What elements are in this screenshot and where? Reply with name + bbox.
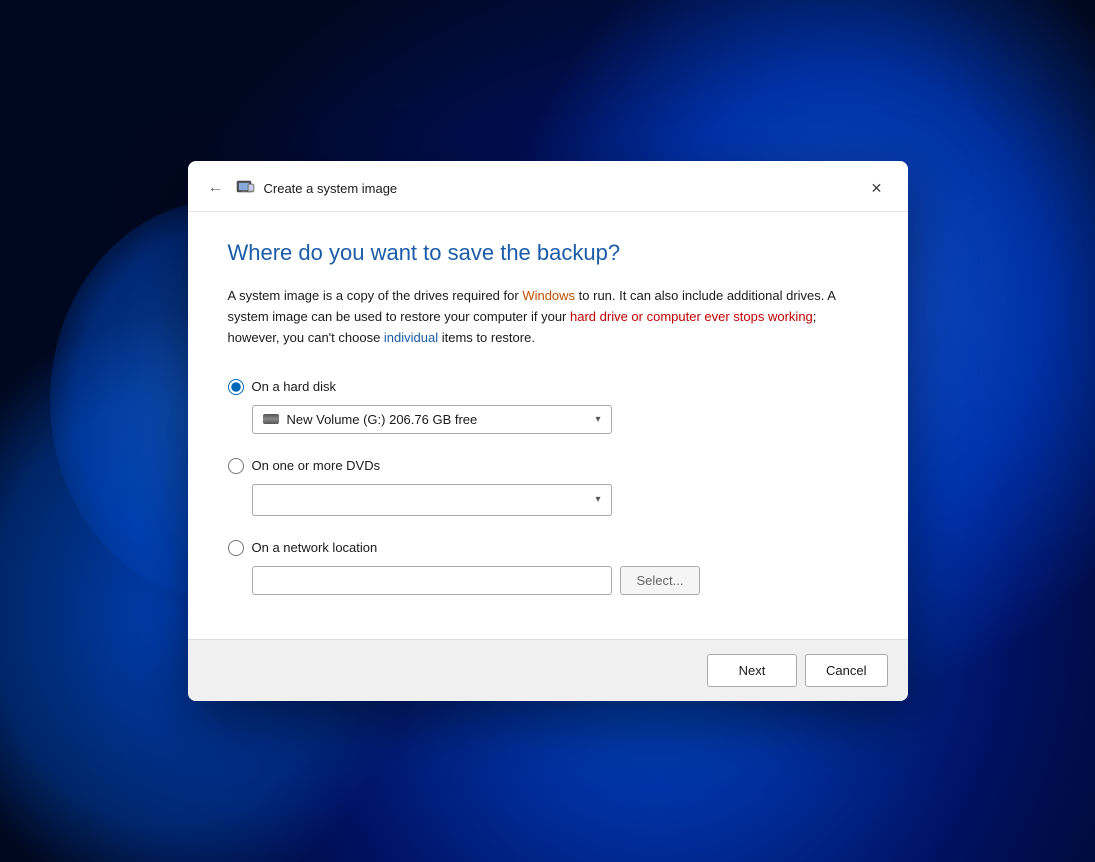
title-bar: ← Create a system image ✕	[188, 161, 908, 212]
network-location-input[interactable]	[252, 566, 612, 595]
dialog-title: Create a system image	[264, 181, 862, 196]
back-button[interactable]: ←	[204, 175, 228, 201]
network-radio[interactable]	[228, 540, 244, 556]
desc-windows: Windows	[522, 288, 575, 303]
options-section: On a hard disk New Volume (G:) 206.76 GB…	[228, 379, 868, 619]
page-heading: Where do you want to save the backup?	[228, 240, 868, 266]
description-text: A system image is a copy of the drives r…	[228, 286, 868, 348]
close-button[interactable]: ✕	[862, 173, 892, 203]
hard-disk-dropdown-arrow: ▾	[595, 414, 600, 425]
cancel-button[interactable]: Cancel	[805, 654, 887, 687]
hard-disk-option-group: On a hard disk New Volume (G:) 206.76 GB…	[228, 379, 868, 434]
network-input-row: Select...	[252, 566, 868, 595]
dvd-dropdown-wrapper: ▾	[252, 484, 868, 516]
network-option-group: On a network location Select...	[228, 540, 868, 595]
dvd-dropdown[interactable]: ▾	[252, 484, 612, 516]
desc-individual: individual	[384, 330, 438, 345]
network-label-text: On a network location	[252, 540, 378, 555]
dialog-footer: Next Cancel	[188, 639, 908, 701]
dvd-option-group: On one or more DVDs ▾	[228, 458, 868, 516]
network-option-label[interactable]: On a network location	[228, 540, 868, 556]
hard-disk-label-text: On a hard disk	[252, 379, 337, 394]
dvd-radio[interactable]	[228, 458, 244, 474]
dialog-content: Where do you want to save the backup? A …	[188, 212, 908, 638]
next-button[interactable]: Next	[707, 654, 797, 687]
dvd-dropdown-arrow: ▾	[595, 494, 600, 505]
desc-harddrive: hard drive or computer ever stops workin…	[570, 309, 813, 324]
select-button[interactable]: Select...	[620, 566, 701, 595]
hard-disk-dropdown[interactable]: New Volume (G:) 206.76 GB free ▾	[252, 405, 612, 434]
hard-disk-dropdown-wrapper: New Volume (G:) 206.76 GB free ▾	[252, 405, 868, 434]
hard-disk-radio[interactable]	[228, 379, 244, 395]
system-image-icon	[236, 178, 256, 198]
drive-icon	[263, 414, 279, 424]
hard-disk-dropdown-text: New Volume (G:) 206.76 GB free	[287, 412, 588, 427]
dvd-option-label[interactable]: On one or more DVDs	[228, 458, 868, 474]
dvd-label-text: On one or more DVDs	[252, 458, 381, 473]
dialog: ← Create a system image ✕ Where do you w…	[188, 161, 908, 700]
hard-disk-option-label[interactable]: On a hard disk	[228, 379, 868, 395]
